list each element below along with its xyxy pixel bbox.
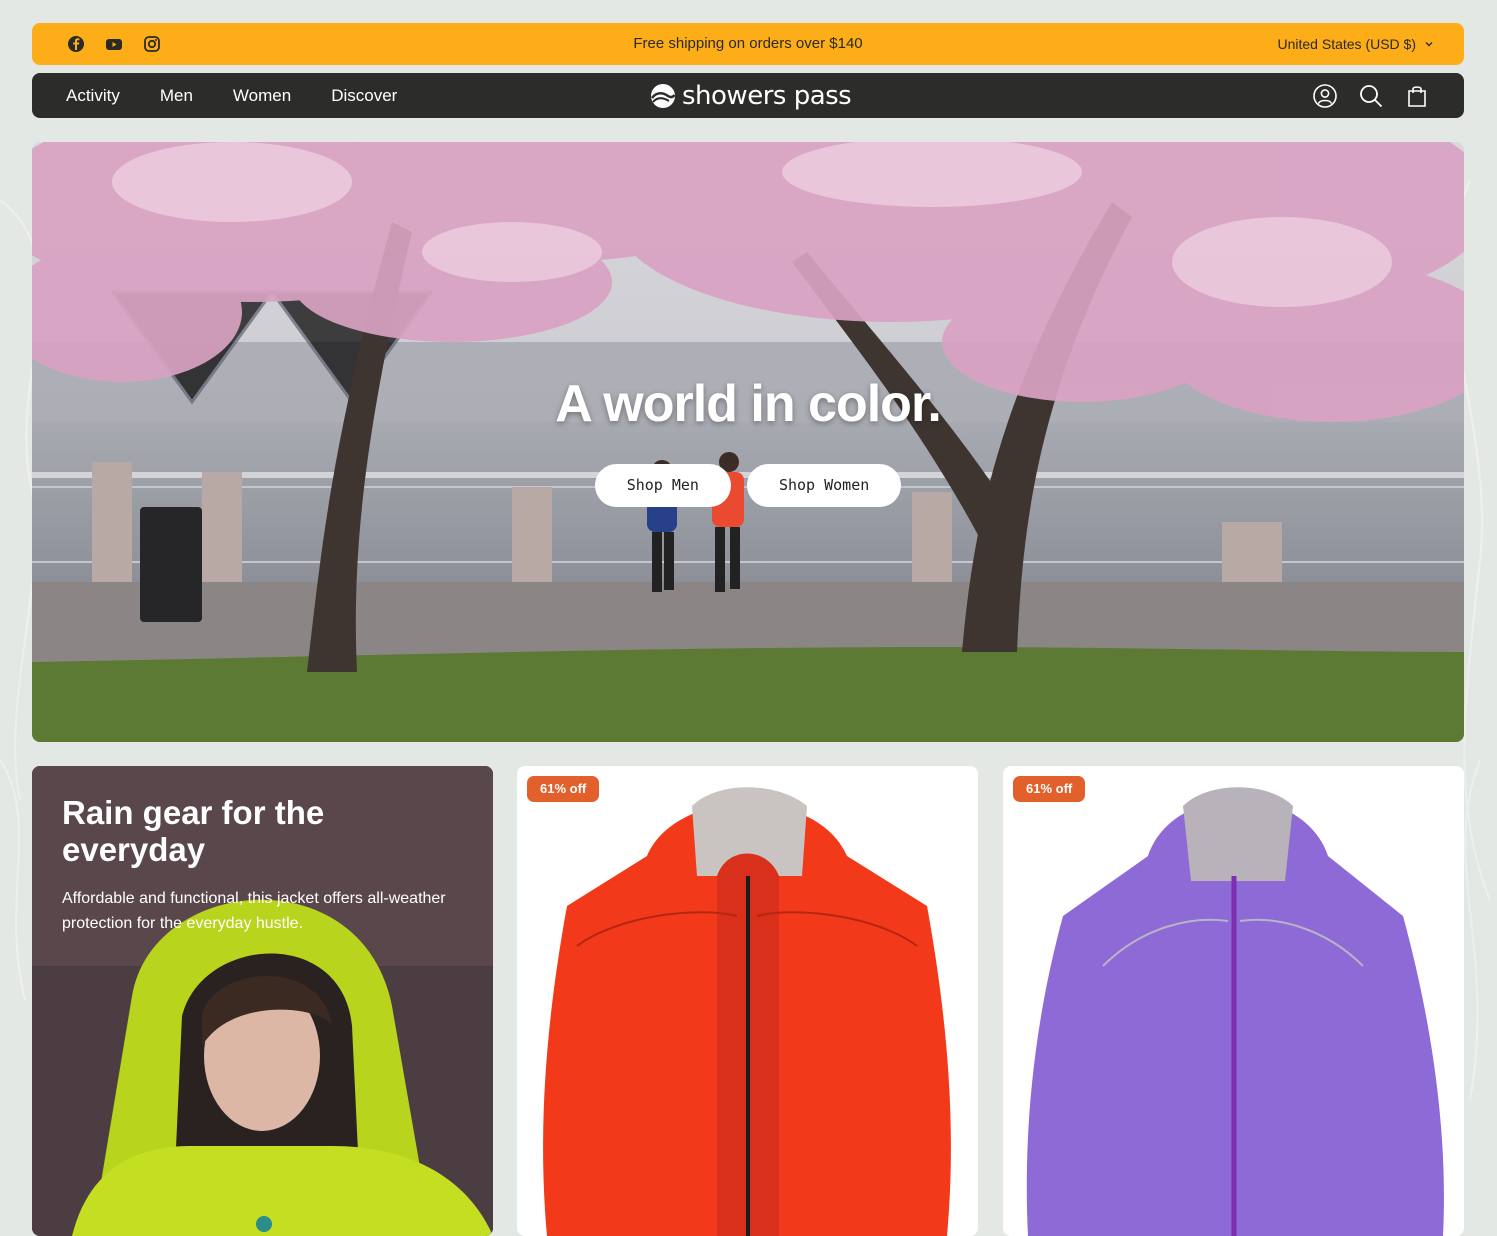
hero-image	[32, 142, 1464, 742]
cart-icon[interactable]	[1404, 83, 1430, 109]
product-card-red-jacket[interactable]: 61% off	[517, 766, 978, 1236]
logo[interactable]: showers pass	[650, 80, 852, 112]
shop-women-button[interactable]: Shop Women	[746, 464, 902, 507]
nav-links: Activity Men Women Discover	[66, 73, 397, 118]
main-nav: Activity Men Women Discover showers pass	[32, 73, 1464, 118]
nav-link-men[interactable]: Men	[160, 86, 193, 106]
nav-link-activity[interactable]: Activity	[66, 86, 120, 106]
discount-badge: 61% off	[1013, 776, 1086, 802]
nav-link-women[interactable]: Women	[233, 86, 291, 106]
promo-card[interactable]: Rain gear for the everyday Affordable an…	[32, 766, 493, 1236]
chevron-down-icon	[1425, 42, 1433, 47]
hero-banner: A world in color. Shop Men Shop Women	[32, 142, 1464, 742]
logo-mark-icon	[650, 84, 676, 108]
purple-jacket-image	[1026, 787, 1444, 1236]
announcement-text: Free shipping on orders over $140	[633, 35, 863, 52]
shop-men-button[interactable]: Shop Men	[594, 464, 731, 507]
account-icon[interactable]	[1312, 83, 1338, 109]
currency-selector[interactable]: United States (USD $)	[1278, 23, 1435, 65]
nav-link-discover[interactable]: Discover	[331, 86, 397, 106]
promo-text: Affordable and functional, this jacket o…	[62, 890, 446, 932]
product-card-purple-jacket[interactable]: 61% off	[1003, 766, 1464, 1236]
search-icon[interactable]	[1358, 83, 1384, 109]
hero-title: A world in color.	[555, 375, 942, 433]
red-jacket-image	[543, 787, 951, 1236]
logo-text: showers pass	[682, 81, 852, 111]
announcement-bar: Free shipping on orders over $140 United…	[32, 23, 1464, 65]
nav-icons	[1312, 83, 1430, 109]
hero-buttons: Shop Men Shop Women	[32, 464, 1464, 507]
currency-label: United States (USD $)	[1277, 36, 1417, 52]
promo-title: Rain gear for the everyday	[62, 794, 325, 868]
discount-badge: 61% off	[527, 776, 600, 802]
